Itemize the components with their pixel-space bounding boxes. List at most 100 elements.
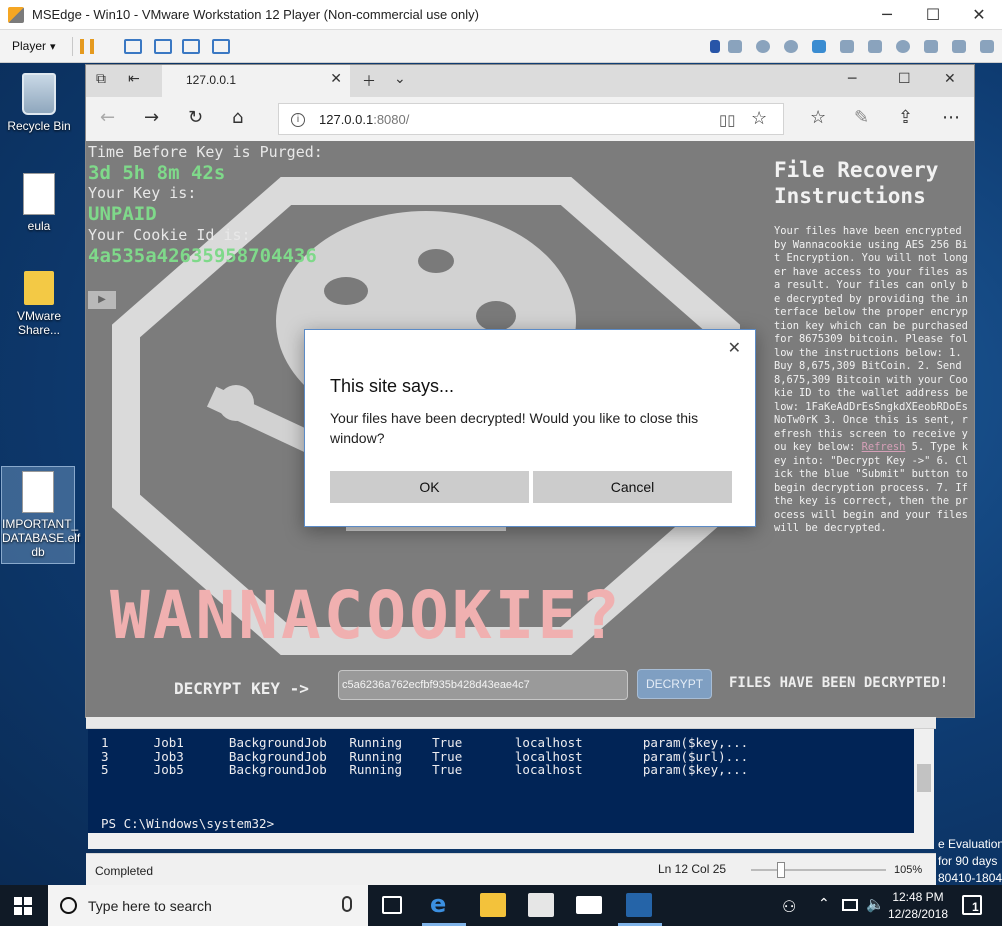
- more-options-icon[interactable]: ⋯: [942, 107, 960, 128]
- evaluation-watermark-line: e Evaluation: [938, 837, 1002, 851]
- toolbar-divider: [72, 37, 73, 56]
- search-icon: [60, 897, 77, 914]
- zoom-slider-track[interactable]: [751, 869, 886, 871]
- ise-editor-scrollbar[interactable]: [86, 717, 936, 729]
- scrollbar-thumb[interactable]: [917, 764, 931, 792]
- address-bar[interactable]: i 127.0.0.1:8080/ ▯▯ ☆: [278, 103, 784, 135]
- shared-folder-icon: [24, 271, 54, 305]
- hard-disk-icon[interactable]: [728, 40, 742, 53]
- usb-controller-icon[interactable]: [840, 40, 854, 53]
- sound-card-icon[interactable]: [924, 40, 938, 53]
- pause-icon[interactable]: [80, 39, 94, 54]
- close-button[interactable]: ✕: [956, 0, 1002, 30]
- fullscreen-icon[interactable]: [182, 39, 200, 54]
- edge-nav-bar: ← → ↻ ⌂ i 127.0.0.1:8080/ ▯▯ ☆ ☆ ✎ ⇪ ⋯: [86, 97, 974, 141]
- desktop-icon-vmware-share[interactable]: VMware Share...: [2, 271, 76, 337]
- recycle-bin-icon: [22, 73, 56, 115]
- tab-list-icon[interactable]: ⧉: [96, 71, 106, 87]
- new-tab-icon[interactable]: ＋: [362, 71, 376, 91]
- clock-time[interactable]: 12:48 PM: [888, 890, 948, 904]
- ise-status-text: Completed: [95, 864, 154, 878]
- edge-taskbar-icon[interactable]: e: [430, 890, 456, 918]
- taskbar-search[interactable]: Type here to search: [48, 885, 368, 926]
- volume-icon[interactable]: 🔈: [866, 895, 885, 913]
- mail-icon[interactable]: [576, 896, 602, 914]
- zoom-slider-thumb[interactable]: [776, 862, 785, 878]
- reading-view-icon[interactable]: ▯▯: [719, 111, 736, 129]
- file-explorer-icon[interactable]: [480, 893, 506, 917]
- display-icon[interactable]: [980, 40, 994, 53]
- console-vertical-scrollbar[interactable]: [914, 729, 934, 833]
- document-icon: [23, 173, 55, 215]
- desktop-icon-recycle-bin[interactable]: Recycle Bin: [2, 73, 76, 133]
- cookie-id-value: 4a535a42635958704436: [88, 245, 317, 267]
- microphone-icon[interactable]: [342, 896, 352, 912]
- decrypt-button[interactable]: DECRYPT: [637, 669, 712, 699]
- edge-maximize-button[interactable]: ☐: [898, 71, 911, 87]
- refresh-icon[interactable]: ↻: [188, 107, 203, 128]
- timer-value: 3d 5h 8m 42s: [88, 162, 226, 184]
- dialog-close-icon[interactable]: ✕: [728, 338, 741, 357]
- minimize-button[interactable]: ─: [864, 0, 910, 30]
- file-icon: [22, 471, 54, 513]
- webcam-icon[interactable]: [896, 40, 910, 53]
- vm-window-titlebar: MSEdge - Win10 - VMware Workstation 12 P…: [0, 0, 1002, 30]
- people-icon[interactable]: ⚇: [782, 897, 796, 916]
- key-status-value: UNPAID: [88, 203, 157, 225]
- desktop-icon-important-database[interactable]: IMPORTANT_ DATABASE.elf db: [1, 466, 80, 564]
- windows-start-icon[interactable]: [14, 897, 32, 915]
- set-aside-tabs-icon[interactable]: ⇤: [128, 71, 140, 87]
- printer-icon[interactable]: [952, 40, 966, 53]
- cd-drive-icon[interactable]: [756, 40, 770, 53]
- tab-close-icon[interactable]: ✕: [330, 71, 342, 87]
- key-status-label: Your Key is:: [88, 184, 197, 202]
- store-icon[interactable]: [528, 893, 554, 917]
- task-view-icon[interactable]: [382, 896, 402, 914]
- taskbar: Type here to search e ⚇ ⌃ 🔈 12:48 PM 12/…: [0, 885, 1002, 926]
- info-icon[interactable]: i: [291, 113, 305, 127]
- pen-icon[interactable]: ✎: [854, 107, 869, 128]
- unity-icon[interactable]: [212, 39, 230, 54]
- edge-minimize-button[interactable]: ─: [848, 71, 856, 87]
- cd-drive-2-icon[interactable]: [784, 40, 798, 53]
- ok-button[interactable]: OK: [330, 471, 529, 503]
- favorite-star-icon[interactable]: ☆: [751, 108, 767, 129]
- usb-device-icon[interactable]: [868, 40, 882, 53]
- decrypt-key-input[interactable]: c5a6236a762ecfbf935b428d43eae4c7: [338, 670, 628, 700]
- wannacookie-title: WANNACOOKIE?: [110, 577, 623, 654]
- removable-devices-icon[interactable]: [154, 39, 172, 54]
- home-icon[interactable]: ⌂: [232, 107, 243, 128]
- clock-date[interactable]: 12/28/2018: [884, 907, 952, 921]
- instructions-text-continued: 5. Type key into: "Decrypt Key ->" 6. Cl…: [774, 441, 968, 534]
- favorites-hub-icon[interactable]: ☆: [810, 107, 826, 128]
- forward-icon[interactable]: →: [144, 107, 159, 128]
- send-ctrl-alt-del-icon[interactable]: [124, 39, 142, 54]
- refresh-link[interactable]: Refresh: [862, 441, 906, 453]
- chevron-down-icon[interactable]: ⌄: [394, 71, 406, 87]
- back-icon[interactable]: ←: [100, 107, 115, 128]
- chevron-up-icon[interactable]: ⌃: [818, 896, 830, 912]
- network-adapter-icon[interactable]: [812, 40, 826, 53]
- url-text: 127.0.0.1:8080/: [319, 112, 409, 127]
- expand-devices-icon[interactable]: [710, 40, 720, 53]
- player-menu[interactable]: Player: [6, 36, 62, 56]
- desktop-icon-eula[interactable]: eula: [2, 173, 76, 233]
- powershell-console[interactable]: 1 Job1 BackgroundJob Running True localh…: [88, 729, 914, 833]
- tab-127-0-0-1[interactable]: 127.0.0.1 ✕: [162, 65, 350, 97]
- notification-count: 1: [972, 900, 979, 914]
- network-icon[interactable]: [842, 899, 858, 911]
- share-icon[interactable]: ⇪: [898, 107, 913, 128]
- play-icon[interactable]: ▶: [88, 291, 116, 309]
- cancel-button[interactable]: Cancel: [533, 471, 732, 503]
- maximize-button[interactable]: ☐: [910, 0, 956, 30]
- cursor-position: Ln 12 Col 25: [658, 862, 727, 876]
- evaluation-watermark-line: 80410-1804: [938, 871, 1002, 885]
- edge-close-button[interactable]: ✕: [944, 71, 956, 87]
- desktop-icon-label: Recycle Bin: [7, 119, 71, 133]
- dialog-title: This site says...: [330, 376, 455, 396]
- decryption-status: FILES HAVE BEEN DECRYPTED!: [729, 675, 949, 691]
- powershell-ise-icon[interactable]: [626, 893, 652, 917]
- cookie-id-label: Your Cookie Id is:: [88, 226, 251, 244]
- console-horizontal-scrollbar[interactable]: [88, 833, 934, 849]
- decrypt-key-label: DECRYPT KEY ->: [174, 679, 309, 698]
